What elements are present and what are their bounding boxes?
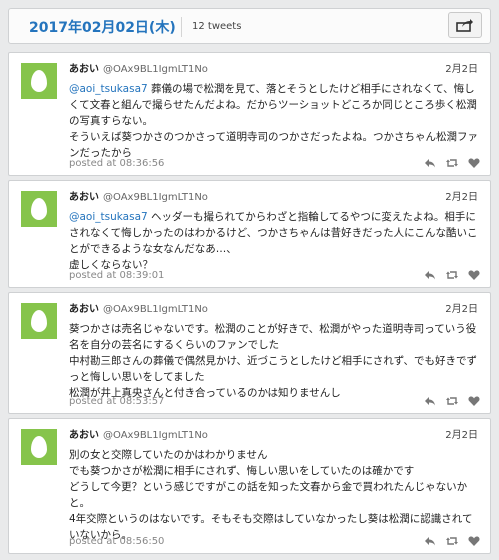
egg-avatar[interactable]	[21, 191, 57, 227]
tweet-meta: あおい @OAx9BL1IgmLT1No 2月2日	[69, 190, 478, 206]
reply-icon[interactable]	[424, 157, 436, 169]
tweet-body: 葵つかさは売名じゃないです。松潤のことが好きで、松潤がやった道明寺司っていう役名…	[69, 323, 478, 399]
egg-avatar[interactable]	[21, 429, 57, 465]
tweet-body: 別の女と交際していたのかはわかりません でも葵つかさが松潤に相手にされず、悔しい…	[69, 449, 473, 541]
user-name[interactable]: あおい	[69, 192, 99, 203]
tweet-actions	[424, 395, 480, 407]
egg-icon	[31, 70, 47, 92]
user-handle[interactable]: @OAx9BL1IgmLT1No	[103, 192, 208, 203]
heart-icon[interactable]	[468, 157, 480, 169]
egg-avatar[interactable]	[21, 303, 57, 339]
heart-icon[interactable]	[468, 535, 480, 547]
retweet-icon[interactable]	[446, 395, 458, 407]
user-handle[interactable]: @OAx9BL1IgmLT1No	[103, 64, 208, 75]
mention-link[interactable]: @aoi_tsukasa7	[69, 83, 148, 95]
tweet-card: あおい @OAx9BL1IgmLT1No 2月2日 別の女と交際していたのかはわか…	[8, 418, 491, 554]
share-icon	[456, 19, 473, 32]
tweet-text: 別の女と交際していたのかはわかりません でも葵つかさが松潤に相手にされず、悔しい…	[69, 447, 480, 543]
tweet-date[interactable]: 2月2日	[445, 190, 478, 206]
retweet-icon[interactable]	[446, 535, 458, 547]
tweet-card: あおい @OAx9BL1IgmLT1No 2月2日 葵つかさは売名じゃないです。松…	[8, 292, 491, 414]
egg-avatar[interactable]	[21, 63, 57, 99]
egg-icon	[31, 310, 47, 332]
day-header: 2017年02月02日(木) 12 tweets	[8, 8, 491, 44]
heart-icon[interactable]	[468, 269, 480, 281]
posted-time[interactable]: posted at 08:53:57	[69, 396, 164, 407]
user-name[interactable]: あおい	[69, 64, 99, 75]
tweet-meta: あおい @OAx9BL1IgmLT1No 2月2日	[69, 428, 478, 444]
tweet-meta: あおい @OAx9BL1IgmLT1No 2月2日	[69, 302, 478, 318]
egg-icon	[31, 436, 47, 458]
reply-icon[interactable]	[424, 269, 436, 281]
tweet-actions	[424, 269, 480, 281]
tweet-count: 12 tweets	[181, 17, 241, 37]
user-name[interactable]: あおい	[69, 430, 99, 441]
page: 2017年02月02日(木) 12 tweets あおい @OAx9BL1IgmL…	[0, 0, 499, 560]
retweet-icon[interactable]	[446, 157, 458, 169]
posted-time[interactable]: posted at 08:39:01	[69, 270, 164, 281]
tweet-text: @aoi_tsukasa7 葬儀の場で松潤を見て、落とそうとしたけど相手にされな…	[69, 81, 480, 161]
reply-icon[interactable]	[424, 535, 436, 547]
tweet-actions	[424, 535, 480, 547]
tweet-text: @aoi_tsukasa7 ヘッダーも撮られてからわざと指輪してるやつに変えたよ…	[69, 209, 480, 273]
user-handle[interactable]: @OAx9BL1IgmLT1No	[103, 304, 208, 315]
tweet-meta: あおい @OAx9BL1IgmLT1No 2月2日	[69, 62, 478, 78]
user-handle[interactable]: @OAx9BL1IgmLT1No	[103, 430, 208, 441]
user-name[interactable]: あおい	[69, 304, 99, 315]
tweet-date[interactable]: 2月2日	[445, 428, 478, 444]
tweet-card: あおい @OAx9BL1IgmLT1No 2月2日 @aoi_tsukasa7 葬…	[8, 52, 491, 176]
mention-link[interactable]: @aoi_tsukasa7	[69, 211, 148, 223]
egg-icon	[31, 198, 47, 220]
tweet-actions	[424, 157, 480, 169]
reply-icon[interactable]	[424, 395, 436, 407]
posted-time[interactable]: posted at 08:36:56	[69, 158, 164, 169]
heart-icon[interactable]	[468, 395, 480, 407]
tweet-date[interactable]: 2月2日	[445, 302, 478, 318]
day-title[interactable]: 2017年02月02日(木)	[29, 17, 176, 37]
retweet-icon[interactable]	[446, 269, 458, 281]
posted-time[interactable]: posted at 08:56:50	[69, 536, 164, 547]
tweet-date[interactable]: 2月2日	[445, 62, 478, 78]
tweet-text: 葵つかさは売名じゃないです。松潤のことが好きで、松潤がやった道明寺司っていう役名…	[69, 321, 480, 401]
share-button[interactable]	[448, 12, 482, 38]
tweet-card: あおい @OAx9BL1IgmLT1No 2月2日 @aoi_tsukasa7 ヘ…	[8, 180, 491, 288]
